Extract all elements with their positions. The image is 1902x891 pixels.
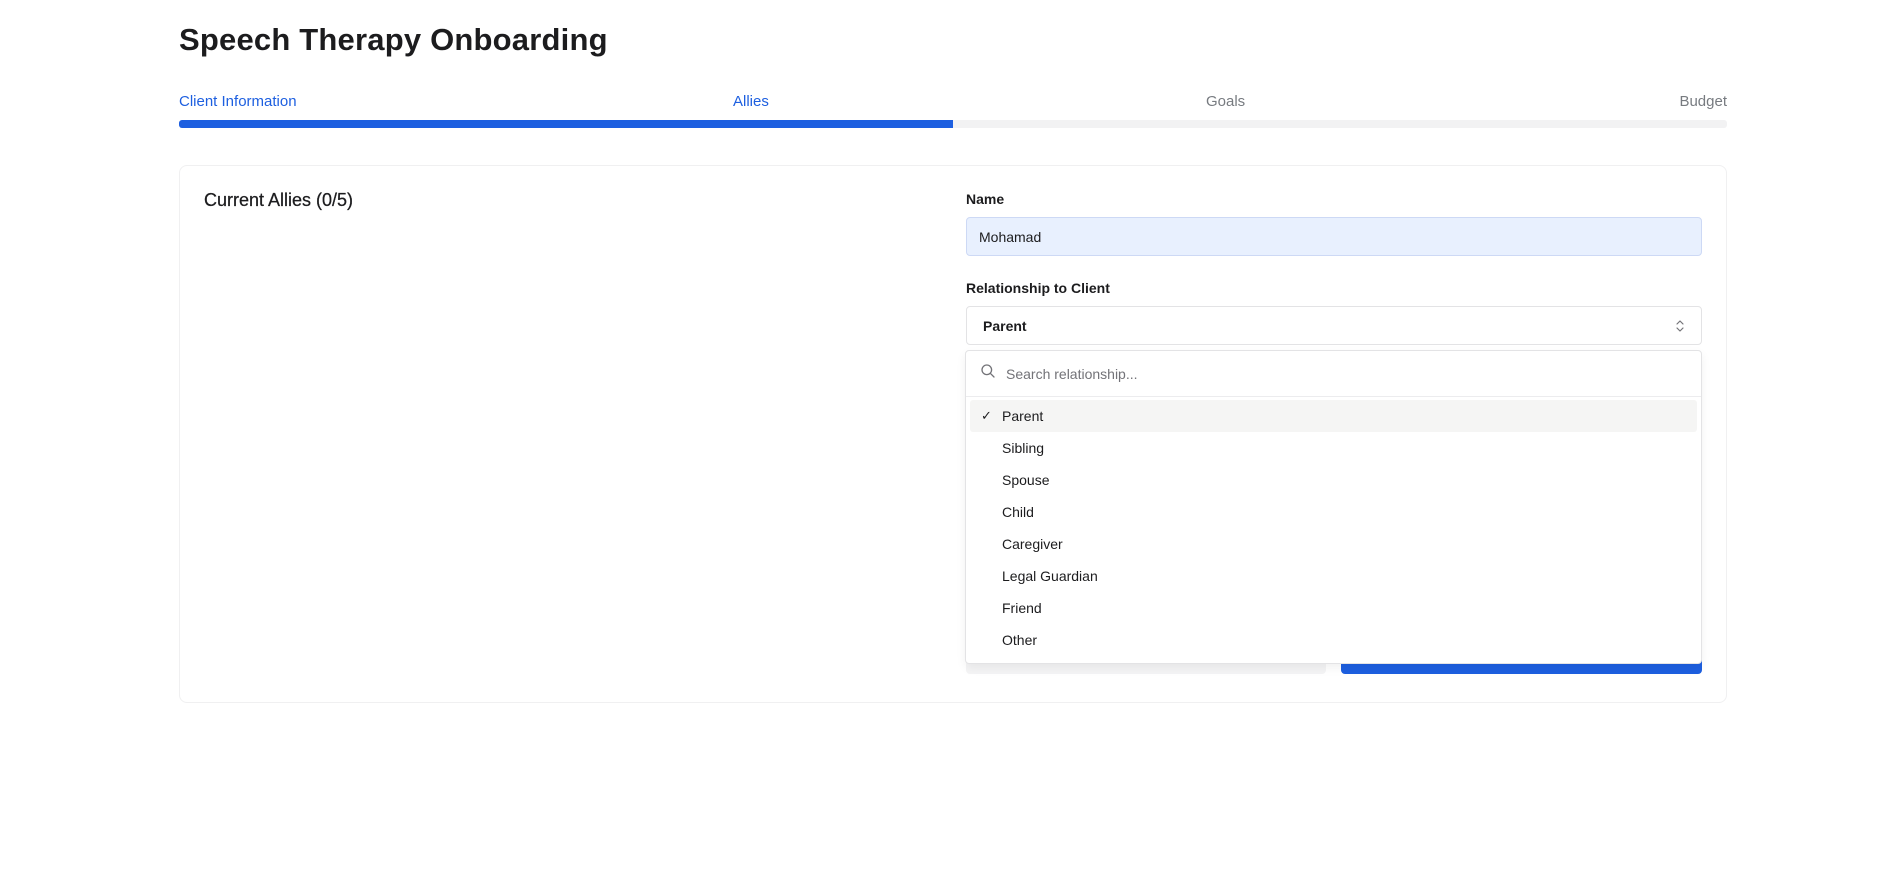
relationship-option-child[interactable]: Child [970, 496, 1697, 528]
relationship-option-label: Legal Guardian [1002, 568, 1098, 584]
relationship-option-label: Caregiver [1002, 536, 1063, 552]
relationship-option-label: Parent [1002, 408, 1044, 424]
progress-bar [179, 120, 1727, 128]
step-goals[interactable]: Goals [1206, 92, 1245, 112]
progress-bar-fill [179, 120, 953, 128]
page-title: Speech Therapy Onboarding [179, 22, 608, 57]
name-input[interactable] [966, 217, 1702, 256]
relationship-option-sibling[interactable]: Sibling [970, 432, 1697, 464]
relationship-selected-value: Parent [983, 317, 1027, 334]
relationship-option-label: Friend [1002, 600, 1042, 616]
relationship-search-input[interactable] [1004, 364, 1648, 383]
relationship-search [966, 351, 1701, 397]
relationship-option-parent[interactable]: ✓ Parent [970, 400, 1697, 432]
relationship-option-legal-guardian[interactable]: Legal Guardian [970, 560, 1697, 592]
search-icon [980, 363, 1004, 384]
relationship-dropdown: ✓ Parent Sibling Spouse Child Caregiver Legal … [965, 350, 1702, 664]
relationship-option-spouse[interactable]: Spouse [970, 464, 1697, 496]
relationship-options-list: ✓ Parent Sibling Spouse Child Caregiver Legal … [966, 397, 1701, 656]
current-allies-heading: Current Allies (0/5) [204, 190, 354, 210]
step-client-information[interactable]: Client Information [179, 92, 297, 112]
chevron-up-down-icon [1675, 319, 1685, 333]
step-budget[interactable]: Budget [1679, 92, 1727, 112]
onboarding-page: Speech Therapy Onboarding Client Informa… [0, 0, 1902, 891]
relationship-select[interactable]: Parent [966, 306, 1702, 345]
relationship-option-friend[interactable]: Friend [970, 592, 1697, 624]
relationship-option-label: Spouse [1002, 472, 1050, 488]
relationship-label: Relationship to Client [966, 280, 1110, 296]
relationship-option-label: Other [1002, 632, 1038, 648]
name-label: Name [966, 191, 1005, 207]
relationship-option-label: Child [1002, 504, 1034, 520]
relationship-option-caregiver[interactable]: Caregiver [970, 528, 1697, 560]
check-icon: ✓ [981, 408, 992, 423]
step-indicator: Client Information Allies Goals Budget [179, 92, 1727, 114]
step-allies[interactable]: Allies [733, 92, 769, 112]
relationship-option-other[interactable]: Other [970, 624, 1697, 656]
relationship-option-label: Sibling [1002, 440, 1045, 456]
